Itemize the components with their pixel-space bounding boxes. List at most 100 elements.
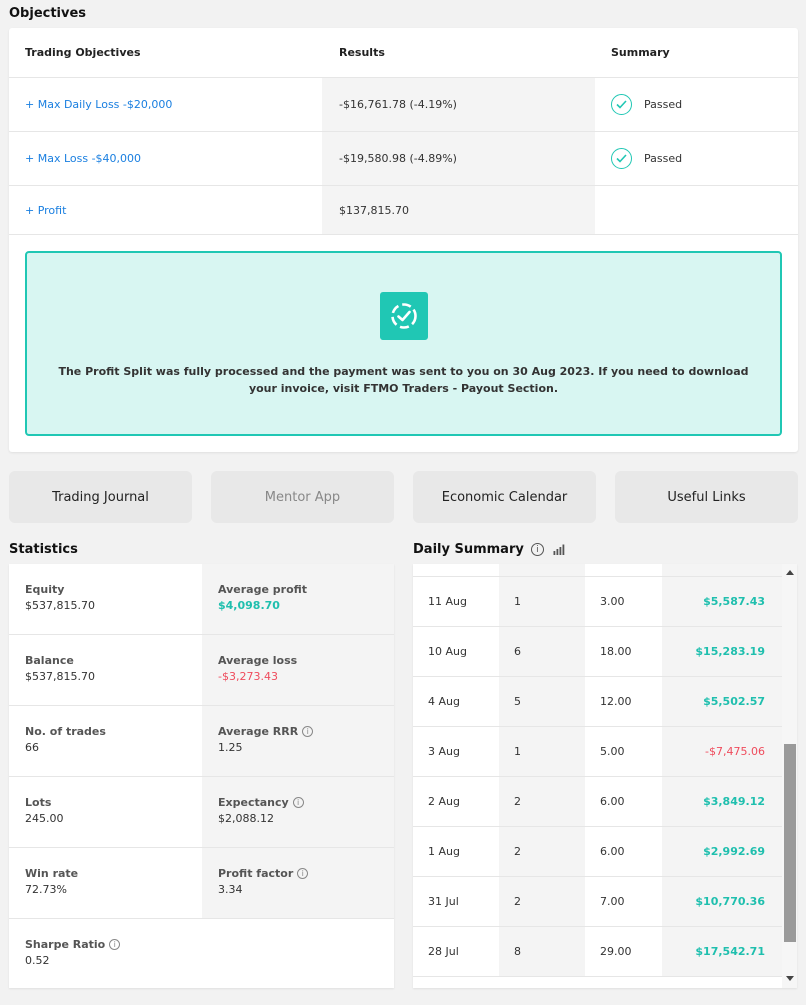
expectancy-value: $2,088.12 [218,812,274,825]
scrollbar[interactable] [782,564,797,988]
sharpe-ratio-label: Sharpe Ratio [25,938,106,951]
profit-link[interactable]: + Profit [25,204,66,217]
daily-summary-row: 10 Aug 6 18.00 $15,283.19 [413,627,782,677]
scroll-down-arrow[interactable] [786,976,794,981]
average-rrr-label: Average RRR [218,725,299,738]
daily-summary-row: 4 Aug 5 12.00 $5,502.57 [413,677,782,727]
info-icon[interactable]: i [292,797,304,808]
daily-summary-row: 28 Jul 8 29.00 $17,542.71 [413,927,782,977]
day-date: 2 Aug [428,795,460,808]
daily-summary-row: 31 Jul 2 7.00 $10,770.36 [413,877,782,927]
objectives-header-row: Trading Objectives Results Summary [9,28,798,78]
objective-row-profit: + Profit $137,815.70 [9,186,798,235]
trades-count-label: No. of trades [25,725,106,738]
day-trades: 1 [499,577,585,626]
bar-chart-icon[interactable] [553,544,565,555]
stat-row: Lots 245.00 Expectancy i $2,088.12 [9,777,394,848]
max-daily-loss-result: -$16,761.78 (-4.19%) [322,78,595,131]
average-loss-value: -$3,273.43 [218,670,278,683]
header-summary: Summary [611,46,670,59]
max-loss-status: Passed [644,152,683,165]
stat-row: Balance $537,815.70 Average loss -$3,273… [9,635,394,706]
day-result: $3,849.12 [662,777,782,826]
profit-factor-value: 3.34 [218,883,243,896]
day-lots: 3.00 [585,564,662,576]
objective-row-max-daily-loss: + Max Daily Loss -$20,000 -$16,761.78 (-… [9,78,798,132]
day-date: 31 Jul [428,895,459,908]
day-trades: 1 [499,564,585,576]
day-result: $10,770.36 [662,877,782,926]
day-result: $17,542.71 [662,927,782,976]
daily-summary-row: 3 Aug 1 5.00 -$7,475.06 [413,727,782,777]
mentor-app-button[interactable]: Mentor App [211,471,394,523]
day-trades: 1 [499,727,585,776]
day-lots: 6.00 [600,795,625,808]
average-rrr-value: 1.25 [218,741,243,754]
day-result: $5,502.57 [662,677,782,726]
statistics-title: Statistics [9,542,78,557]
scrollbar-thumb[interactable] [784,744,796,942]
check-circle-icon [611,148,632,169]
profit-result: $137,815.70 [322,186,595,234]
trades-count-value: 66 [25,741,39,754]
day-lots: 18.00 [600,645,632,658]
day-result: $15,283.19 [662,627,782,676]
max-daily-loss-link[interactable]: + Max Daily Loss -$20,000 [25,98,172,111]
scroll-up-arrow[interactable] [786,570,794,575]
header-results: Results [339,46,385,59]
info-icon[interactable]: i [109,939,121,950]
day-date: 1 Aug [428,845,460,858]
info-icon[interactable]: i [302,726,314,737]
day-date: 11 Aug [428,595,467,608]
day-result: $5,587.43 [662,577,782,626]
day-date: 14 Aug [413,564,499,576]
balance-label: Balance [25,654,74,667]
payout-notice: The Profit Split was fully processed and… [25,251,782,436]
objectives-title: Objectives [9,6,87,21]
average-loss-label: Average loss [218,654,298,667]
daily-summary-row: 11 Aug 1 3.00 $5,587.43 [413,577,782,627]
daily-summary-header: Daily Summary i [413,542,565,557]
day-trades: 8 [499,927,585,976]
statistics-card: Equity $537,815.70 Average profit $4,098… [9,564,394,988]
stat-row: Equity $537,815.70 Average profit $4,098… [9,564,394,635]
day-trades: 5 [499,677,585,726]
day-date: 4 Aug [428,695,460,708]
daily-summary-card: 14 Aug13.00$7,180.6411 Aug13.00$5,587.43… [413,564,797,988]
trading-journal-button[interactable]: Trading Journal [9,471,192,523]
day-lots: 7.00 [600,895,625,908]
day-lots: 29.00 [600,945,632,958]
stat-row: No. of trades 66 Average RRR i 1.25 [9,706,394,777]
average-profit-value: $4,098.70 [218,599,280,612]
win-rate-label: Win rate [25,867,79,880]
profit-factor-label: Profit factor [218,867,294,880]
max-loss-link[interactable]: + Max Loss -$40,000 [25,152,141,165]
day-result: $7,180.64 [662,564,782,576]
objective-row-max-loss: + Max Loss -$40,000 -$19,580.98 (-4.89%)… [9,132,798,186]
day-lots: 3.00 [600,595,625,608]
info-icon[interactable]: i [297,868,309,879]
daily-summary-row: 2 Aug 2 6.00 $3,849.12 [413,777,782,827]
day-lots: 6.00 [600,845,625,858]
day-trades: 6 [499,627,585,676]
profit-status [595,186,798,234]
stat-row: Sharpe Ratio i 0.52 [9,919,394,988]
objectives-card: Trading Objectives Results Summary + Max… [9,28,798,452]
daily-summary-row: 1 Aug 2 6.00 $2,992.69 [413,827,782,877]
dashed-check-icon [380,292,428,340]
average-profit-label: Average profit [218,583,308,596]
day-trades: 2 [499,777,585,826]
balance-value: $537,815.70 [25,670,95,683]
header-trading-objectives: Trading Objectives [25,46,141,59]
equity-label: Equity [25,583,65,596]
economic-calendar-button[interactable]: Economic Calendar [413,471,596,523]
info-icon[interactable]: i [530,543,544,556]
payout-message: The Profit Split was fully processed and… [58,365,749,395]
day-lots: 5.00 [600,745,625,758]
useful-links-button[interactable]: Useful Links [615,471,798,523]
day-result: -$7,475.06 [662,727,782,776]
lots-label: Lots [25,796,52,809]
daily-summary-row: 14 Aug13.00$7,180.64 [413,564,782,577]
win-rate-value: 72.73% [25,883,67,896]
equity-value: $537,815.70 [25,599,95,612]
